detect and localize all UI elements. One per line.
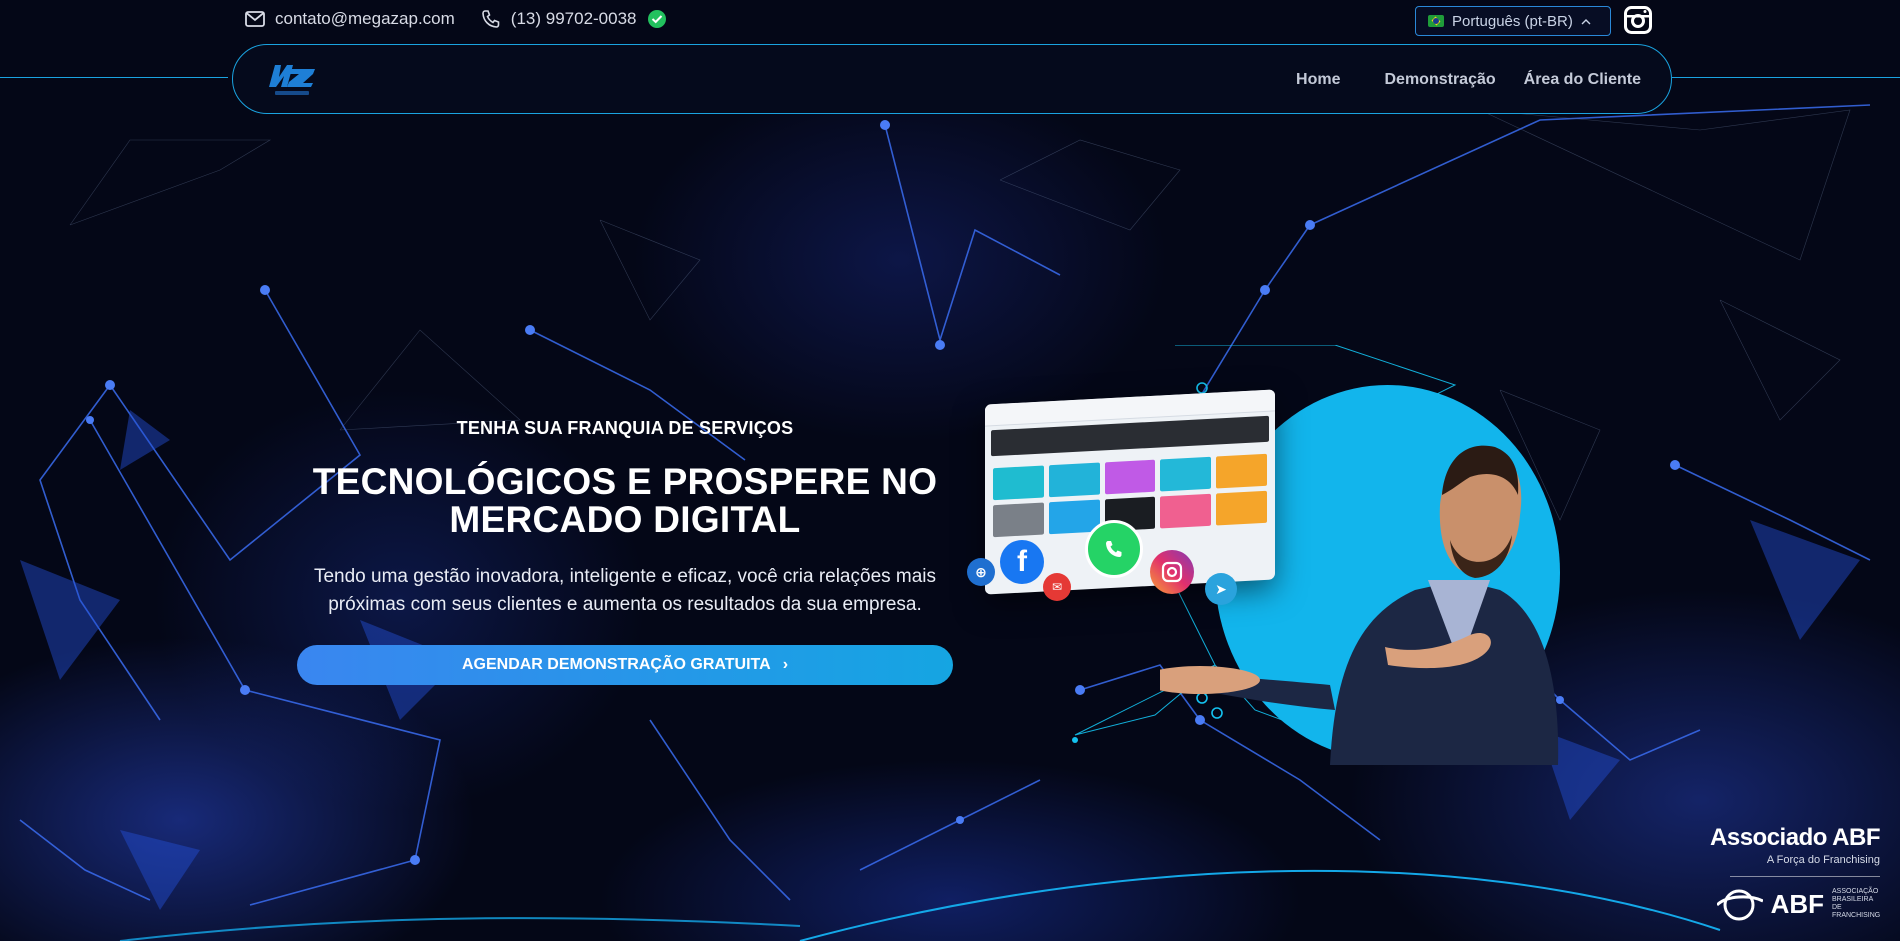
email-icon: ✉ [1043,573,1071,601]
globe-icon: ⊕ [967,558,995,586]
language-selector[interactable]: Português (pt-BR) [1415,6,1611,36]
nav-item-demonstracao[interactable]: Demonstração [1384,71,1495,89]
cta-label: AGENDAR DEMONSTRAÇÃO GRATUITA [461,656,771,673]
top-bar: contato@megazap.com (13) 99702-0038 Port… [0,0,1900,42]
hero-illustration: f ✉ ➤ ⊕ [955,345,1605,765]
brazil-flag-icon [1428,15,1444,27]
abf-mark: ABF [1770,888,1824,919]
abf-tagline: A Força do Franchising [1766,854,1880,866]
telegram-icon: ➤ [1205,573,1237,605]
abf-divider [1730,876,1880,877]
whatsapp-icon [1085,520,1143,578]
hero-headline: TECNOLÓGICOS E PROSPERE NO MERCADO DIGIT… [312,461,938,540]
bottom-arcs [119,869,1721,941]
megazap-logo[interactable] [263,57,323,101]
hero-content: TENHA SUA FRANQUIA DE SERVIÇOS TECNOLÓGI… [290,418,960,685]
chevron-right-icon: › [782,656,789,673]
abf-mark-sub: ASSOCIAÇÃO BRASILEIRA DE FRANCHISING [1832,888,1881,919]
facebook-icon: f [1000,540,1044,584]
abf-logo: ABF ASSOCIAÇÃO BRASILEIRA DE FRANCHISING [1710,887,1880,921]
nav-item-home[interactable]: Home [1296,71,1340,89]
phone-icon [481,9,501,29]
envelope-icon [245,9,265,29]
language-label: Português (pt-BR) [1452,12,1573,30]
contact-phone[interactable]: (13) 99702-0038 [511,9,637,29]
contact-info: contato@megazap.com (13) 99702-0038 [245,9,667,29]
hero-kicker: TENHA SUA FRANQUIA DE SERVIÇOS [456,418,794,438]
schedule-demo-button[interactable]: AGENDAR DEMONSTRAÇÃO GRATUITA › [297,645,953,685]
nav-menu: Home Demonstração Área do Cliente [1296,45,1641,115]
instagram-gradient-icon [1150,550,1194,594]
instagram-icon[interactable] [1624,6,1652,34]
nav-item-area-do-cliente[interactable]: Área do Cliente [1524,71,1641,89]
abf-emblem-icon [1716,889,1763,921]
hero-subtitle: Tendo uma gestão inovadora, inteligente … [313,566,937,615]
main-navbar: Home Demonstração Área do Cliente [232,44,1672,114]
chevron-up-icon [1581,13,1591,30]
whatsapp-check-icon[interactable] [647,9,667,29]
abf-title: Associado ABF [1710,824,1880,851]
contact-email[interactable]: contato@megazap.com [275,9,455,29]
abf-badge: Associado ABF A Força do Franchising ABF… [1710,824,1881,921]
